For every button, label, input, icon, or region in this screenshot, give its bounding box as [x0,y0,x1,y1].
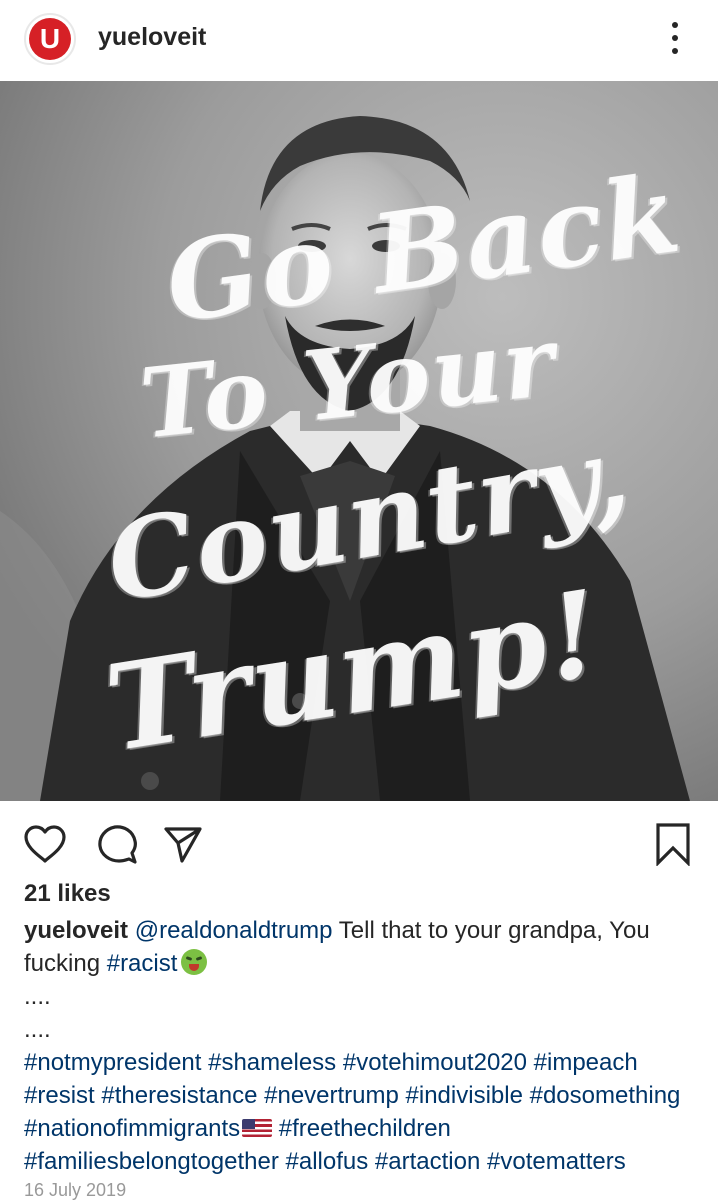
hashtag-link[interactable]: #impeach [534,1049,638,1076]
action-bar [0,815,718,871]
hashtag-link[interactable]: #racist [107,950,178,977]
hashtag-link[interactable]: #resist [24,1082,95,1109]
portrait-illustration [0,81,718,801]
hashtag-link[interactable]: #dosomething [530,1082,681,1109]
caption-first-line: yueloveit @realdonaldtrump Tell that to … [24,914,704,980]
hashtag-link[interactable]: #allofus [286,1148,369,1175]
hashtag-link[interactable]: #shameless [208,1049,336,1076]
post-header: U yueloveit [0,0,718,80]
hashtag-link[interactable]: #notmypresident [24,1049,201,1076]
hashtag-list: #notmypresident #shameless #votehimout20… [24,1046,704,1178]
avatar-letter: U [39,23,61,54]
us-flag-icon [242,1119,273,1137]
more-options-icon[interactable] [660,20,690,56]
brand-logo-icon: U [29,18,71,60]
hashtag-link[interactable]: #nevertrump [264,1082,399,1109]
hashtag-link[interactable]: #votehimout2020 [343,1049,527,1076]
likes-count[interactable]: 21 likes [24,880,111,908]
post-image[interactable]: Go Back To Your Country, Trump! [0,81,718,801]
mention-link[interactable]: @realdonaldtrump [135,917,333,944]
nauseated-face-icon [181,949,208,975]
hashtag-link[interactable]: #familiesbelongtogether [24,1148,279,1175]
heart-icon[interactable] [22,821,68,867]
caption-dots: .... [24,983,51,1010]
caption-dots: .... [24,1016,51,1043]
send-icon[interactable] [160,821,206,867]
hashtag-link[interactable]: #nationofimmigrants [24,1115,240,1142]
post-caption: yueloveit @realdonaldtrump Tell that to … [24,914,704,1178]
caption-username[interactable]: yueloveit [24,917,128,944]
comment-icon[interactable] [94,821,140,867]
hashtag-link[interactable]: #theresistance [101,1082,257,1109]
post-date: 16 July 2019 [24,1180,127,1200]
hashtag-link[interactable]: #votematters [487,1148,626,1175]
hashtag-link[interactable]: #freethechildren [279,1115,451,1142]
bookmark-icon[interactable] [650,821,696,867]
post-username[interactable]: yueloveit [98,23,206,52]
hashtag-link[interactable]: #artaction [375,1148,480,1175]
avatar[interactable]: U [24,13,76,65]
hashtag-link[interactable]: #indivisible [406,1082,523,1109]
